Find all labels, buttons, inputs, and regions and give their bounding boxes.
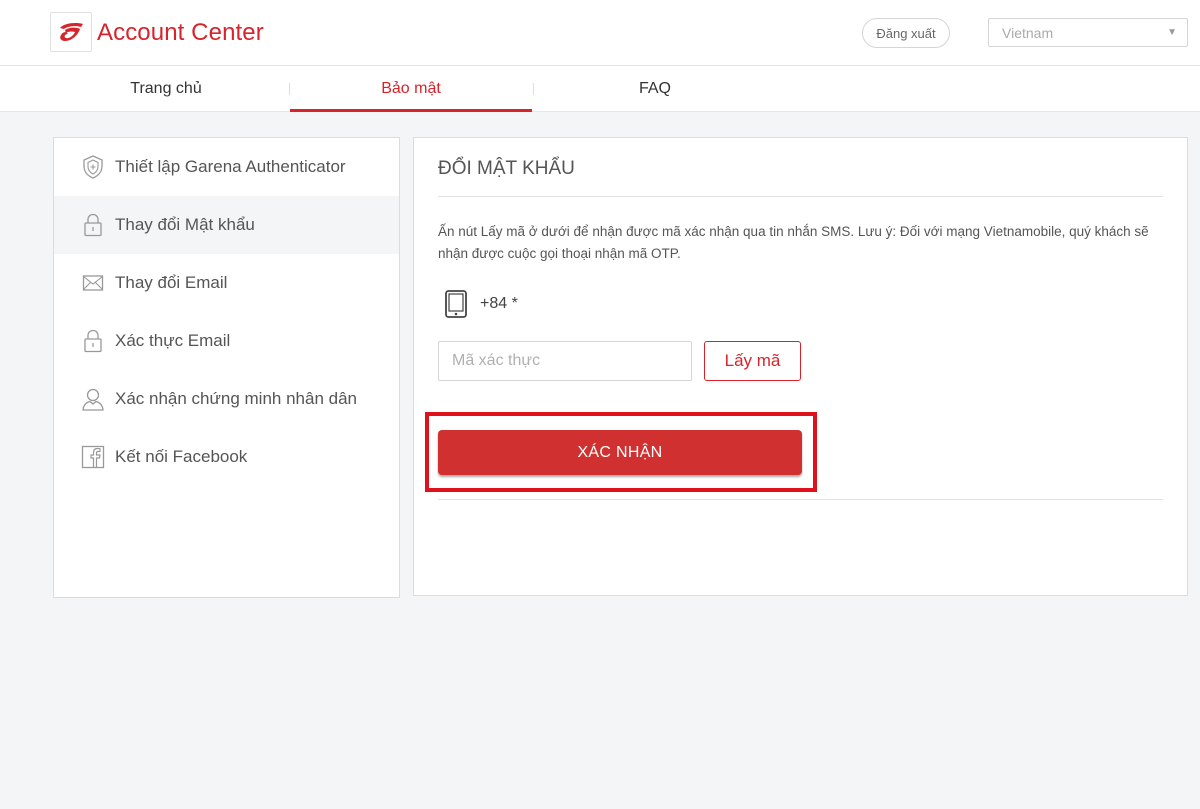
sidebar: Thiết lập Garena Authenticator Thay đổi … xyxy=(53,137,400,598)
page-title: ĐỔI MẬT KHẨU xyxy=(438,158,575,179)
language-value: Vietnam xyxy=(1002,24,1054,41)
bottom-divider xyxy=(438,499,1163,500)
phone-number: +84 * xyxy=(480,295,518,312)
chevron-down-icon: ▼ xyxy=(1167,27,1177,38)
nav-tabs: Trang chủ Bảo mật FAQ xyxy=(0,66,1200,112)
lock-icon xyxy=(81,213,105,237)
sidebar-item-id-verification[interactable]: Xác nhận chứng minh nhân dân xyxy=(54,370,399,428)
sidebar-item-label: Thay đổi Email xyxy=(115,273,228,292)
sidebar-item-label: Kết nối Facebook xyxy=(115,447,248,466)
shield-icon xyxy=(81,155,105,179)
sidebar-item-change-password[interactable]: Thay đổi Mật khẩu xyxy=(54,196,399,254)
tab-security[interactable]: Bảo mật xyxy=(290,66,532,112)
garena-logo[interactable] xyxy=(50,12,92,52)
language-select[interactable]: Vietnam ▼ xyxy=(988,18,1188,47)
sidebar-item-label: Thay đổi Mật khẩu xyxy=(115,215,255,234)
sidebar-item-change-email[interactable]: Thay đổi Email xyxy=(54,254,399,312)
tab-faq[interactable]: FAQ xyxy=(534,66,776,112)
instruction-text: Ấn nút Lấy mã ở dưới để nhận được mã xác… xyxy=(438,224,1149,261)
header: Account Center Đăng xuất Vietnam ▼ xyxy=(0,0,1200,66)
user-icon xyxy=(81,387,105,411)
sidebar-item-authenticator[interactable]: Thiết lập Garena Authenticator xyxy=(54,138,399,196)
lock-icon xyxy=(81,329,105,353)
sidebar-item-label: Xác nhận chứng minh nhân dân xyxy=(115,389,358,408)
brand-title: Account Center xyxy=(97,19,264,46)
sidebar-item-facebook[interactable]: Kết nối Facebook xyxy=(54,428,399,486)
sidebar-item-verify-email[interactable]: Xác thực Email xyxy=(54,312,399,370)
get-code-button[interactable]: Lấy mã xyxy=(704,341,801,381)
change-password-panel: ĐỔI MẬT KHẨU Ấn nút Lấy mã ở dưới để nhậ… xyxy=(413,137,1188,596)
garena-logo-icon xyxy=(60,23,83,41)
sidebar-item-label: Xác thực Email xyxy=(115,331,231,350)
logout-button[interactable]: Đăng xuất xyxy=(862,18,950,48)
facebook-icon xyxy=(81,445,105,469)
sidebar-item-label: Thiết lập Garena Authenticator xyxy=(115,157,346,176)
confirm-button[interactable]: XÁC NHẬN xyxy=(438,430,802,475)
tab-home[interactable]: Trang chủ xyxy=(45,66,287,112)
verification-code-input[interactable] xyxy=(438,341,692,381)
title-divider xyxy=(438,196,1163,197)
phone-icon xyxy=(444,290,468,318)
mail-icon xyxy=(81,271,105,295)
